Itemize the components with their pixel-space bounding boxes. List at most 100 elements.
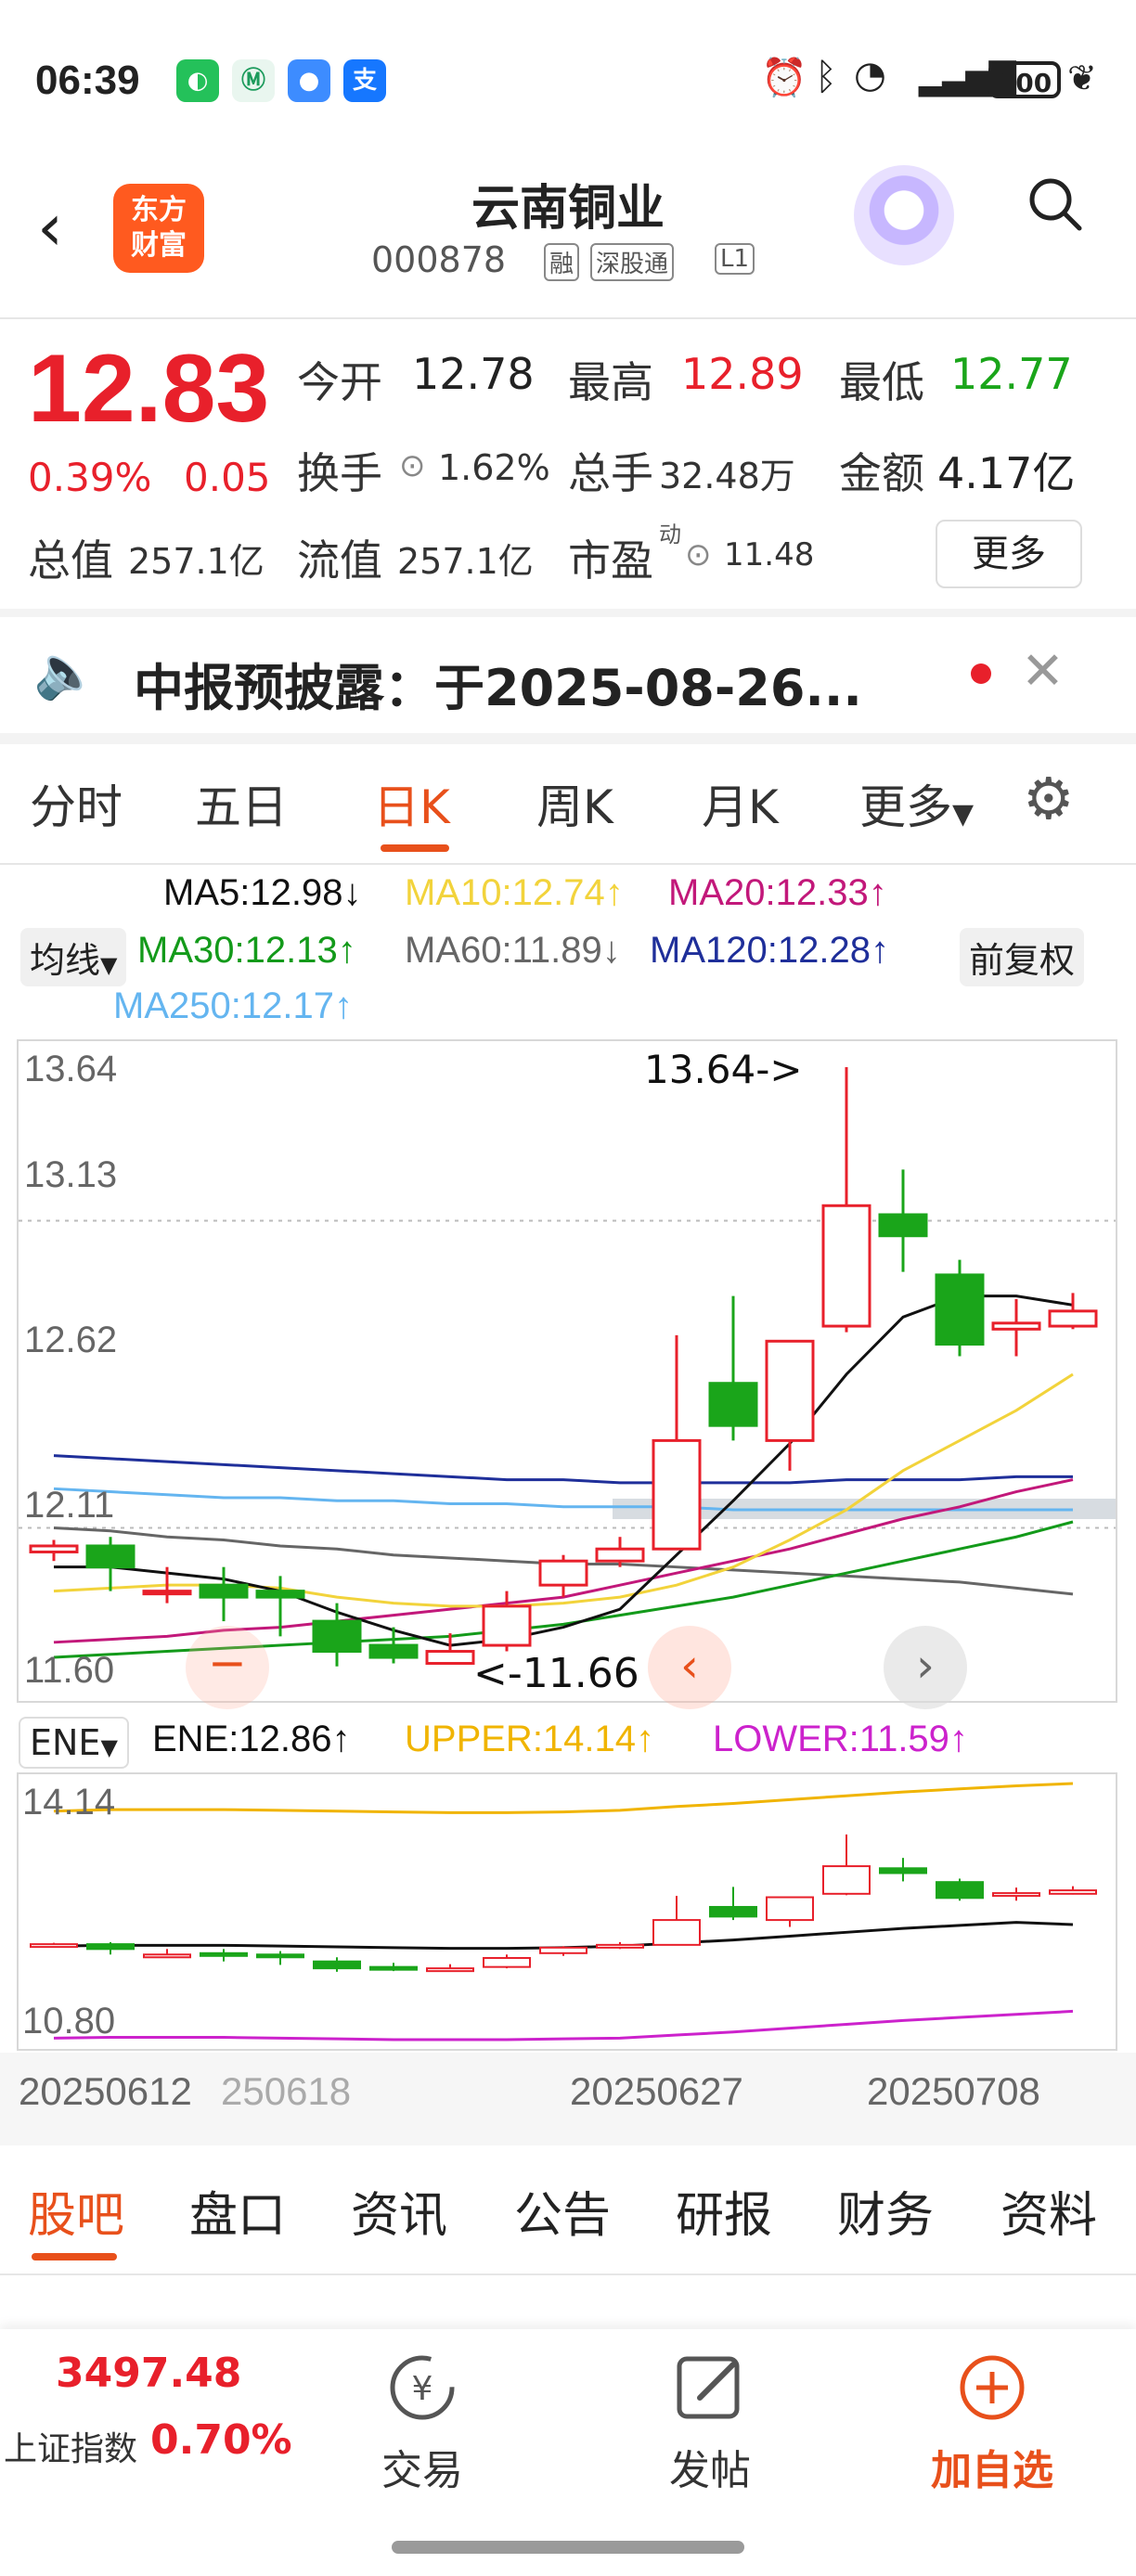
indicator-selector[interactable]: ENE▼ [19,1717,129,1769]
tab-research[interactable]: 研报 [676,2176,772,2246]
search-icon[interactable] [1026,174,1085,234]
candle-body [991,1321,1041,1331]
change-amount: 0.05 [184,455,271,500]
chevron-down-icon: ▼ [100,1734,118,1760]
ene-upper-line [53,1782,1074,1814]
mktcap-value: 257.1亿 [128,541,265,582]
pe-value: 11.48 [724,536,815,573]
gear-icon[interactable]: ⚙ [1023,765,1075,832]
ma5-legend: MA5:12.98↓ [163,872,362,913]
pe-label: 市盈 [568,535,653,586]
turnover-label: 换手 [297,448,382,498]
message-icon: ● [288,59,330,102]
kline-chart[interactable]: 13.64 13.13 12.62 12.11 11.60 13.64-> <-… [17,1039,1117,1709]
open-label: 今开 [297,357,382,407]
ene-y-tick: 14.14 [22,1782,116,1823]
active-tab-indicator [381,844,449,852]
notice-bar[interactable]: 🔈 中报预披露：于2025-08-26... ✕ [0,617,1136,732]
notice-text: 中报预披露：于2025-08-26... [134,659,862,717]
kline-svg [19,1067,1116,1667]
tab-pankou[interactable]: 盘口 [189,2176,286,2246]
ene-chart[interactable]: 14.14 10.80 [17,1772,1117,2051]
add-watchlist-label[interactable]: 加自选 [913,2437,1071,2496]
ene-candle-body [313,1960,361,1970]
info-icon[interactable]: ⊙ [399,447,426,484]
open-value: 12.78 [412,349,535,399]
ma60-legend: MA60:11.89↓ [405,930,621,971]
ene-candle-body [652,1919,701,1946]
ma120-text: MA120:12.28 [650,930,871,971]
ma250-text: MA250:12.17 [113,985,334,1026]
zoom-out-button[interactable]: − [186,1626,269,1709]
candle-body [821,1204,871,1328]
info-icon[interactable]: ⊙ [685,536,712,573]
candle-body [878,1213,928,1238]
x-tick: 20250612 [19,2069,192,2113]
lower-legend: LOWER:11.59↑ [713,1719,968,1759]
ma-selector-label: 均线 [30,940,101,981]
tab-5day[interactable]: 五日 [195,770,288,837]
add-circle-icon[interactable] [950,2346,1034,2429]
x-tick: 20250708 [867,2069,1040,2113]
divider [0,863,1136,865]
trade-label[interactable]: 交易 [353,2437,492,2496]
tab-announcements[interactable]: 公告 [514,2176,611,2246]
ene-candle-body [426,1967,474,1973]
volume-label: 总手 [568,448,653,498]
home-indicator[interactable] [392,2541,744,2554]
ene-candle-body [936,1881,984,1900]
tab-more[interactable]: 更多▼ [859,770,974,837]
y-tick: 13.64 [24,1049,118,1089]
tab-profile[interactable]: 资料 [1000,2176,1097,2246]
post-label[interactable]: 发帖 [640,2437,780,2496]
tab-guba[interactable]: 股吧 [28,2176,124,2246]
close-icon[interactable]: ✕ [1021,641,1065,702]
amount-value: 4.17亿 [937,448,1076,498]
ene-candle-body [369,1965,418,1971]
float-label: 流值 [297,535,382,586]
bottom-bar: 3497.48 上证指数 0.70% ¥ 交易 发帖 加自选 [0,2329,1136,2576]
index-change[interactable]: 0.70% [150,2416,292,2464]
ene-candle-body [539,1946,587,1954]
low-value: 12.77 [950,349,1073,399]
index-name[interactable]: 上证指数 [4,2422,137,2470]
ene-candle-body [709,1905,757,1918]
chevron-left-icon[interactable]: ‹ [648,1626,731,1709]
change-percent: 0.39% [28,455,152,500]
ene-y-tick: 10.80 [22,2001,116,2041]
battery-indicator: 100 [988,61,1061,98]
tag-level: L1 [715,243,755,275]
divider [0,2273,1136,2275]
low-label: 最低 [839,357,924,407]
more-button[interactable]: 更多 [936,520,1082,588]
candle-body [652,1438,702,1551]
candle-body [708,1382,758,1427]
trade-icon[interactable]: ¥ [381,2346,464,2429]
candle-body [538,1559,588,1587]
tab-news[interactable]: 资讯 [351,2176,447,2246]
ma120-legend: MA120:12.28↑ [650,930,889,971]
min-price-label: <-11.66 [473,1650,639,1697]
tab-monthly-k[interactable]: 月K [702,770,779,837]
bluetooth-icon: ᛒ [815,56,837,98]
ene-candle-body [1049,1889,1097,1895]
index-value[interactable]: 3497.48 [56,2350,241,2397]
candle-body [29,1544,79,1553]
ma30-legend: MA30:12.13↑ [137,930,356,971]
ma-selector[interactable]: 均线▼ [20,928,127,986]
ene-candle-body [86,1943,135,1951]
tab-finance[interactable]: 财务 [837,2176,934,2246]
adjust-button[interactable]: 前复权 [960,928,1085,986]
tab-weekly-k[interactable]: 周K [536,770,613,837]
ma250-legend: MA250:12.17↑ [113,985,353,1026]
chevron-right-icon[interactable]: › [884,1626,967,1709]
candle-body [199,1583,249,1599]
tab-intraday[interactable]: 分时 [30,770,123,837]
post-icon[interactable] [668,2346,752,2429]
assistant-avatar[interactable] [854,165,954,265]
tab-daily-k[interactable]: 日K [373,770,450,837]
max-price-label: 13.64-> [644,1047,803,1092]
ene-candle-body [992,1892,1040,1898]
active-tab-indicator [32,2253,117,2260]
pe-dynamic-tag: 动 [659,522,681,547]
